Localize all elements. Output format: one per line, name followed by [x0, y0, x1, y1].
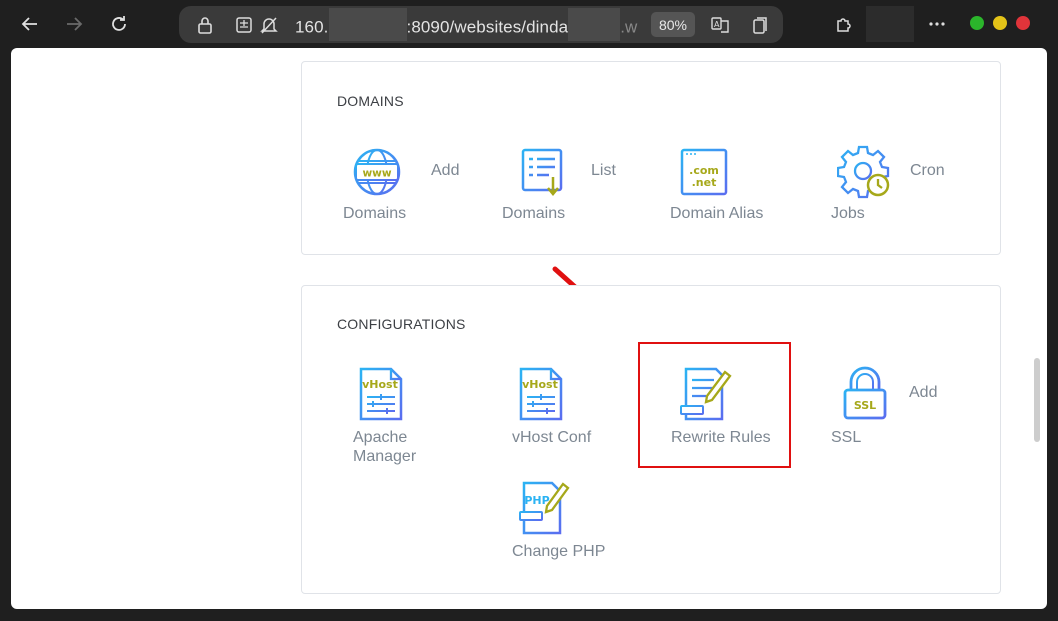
web-page: DOMAINS www Domains Add Domains List .co… — [11, 48, 1047, 609]
svg-text:vHost: vHost — [522, 378, 558, 391]
url-redaction — [328, 8, 407, 41]
list-domains-label: Domains — [502, 205, 566, 222]
list-domains-side-label: List — [591, 162, 616, 179]
svg-text:PHP: PHP — [524, 494, 549, 507]
add-domains-item[interactable]: www Domains Add — [343, 147, 502, 247]
add-ssl-label: SSL — [831, 429, 862, 446]
notifications-blocked-icon — [260, 17, 278, 34]
change-php-item[interactable]: PHP Change PHP — [512, 480, 669, 580]
gear-clock-icon — [837, 145, 890, 199]
add-ssl-item[interactable]: SSL SSL Add — [831, 366, 992, 466]
url-end: .w — [620, 17, 638, 37]
back-arrow-icon — [21, 17, 37, 31]
url-middle: :8090/websites/dinda — [406, 17, 569, 37]
minimize-window-icon[interactable] — [970, 16, 984, 30]
profile-avatar[interactable] — [866, 6, 914, 42]
cron-jobs-side-label: Cron — [910, 162, 945, 179]
php-pencil-icon: PHP — [519, 481, 570, 535]
reload-icon — [112, 16, 126, 31]
reading-list-icon[interactable] — [749, 15, 769, 35]
domains-card: DOMAINS www Domains Add Domains List .co… — [301, 61, 1001, 255]
url-start: 160. — [295, 17, 329, 37]
vhost-file-icon: vHost — [359, 367, 403, 421]
list-download-icon — [521, 148, 563, 196]
add-domains-label: Domains — [343, 205, 407, 222]
ssl-lock-icon: SSL — [843, 366, 887, 420]
translate-icon[interactable]: A — [710, 15, 730, 35]
svg-text:vHost: vHost — [362, 378, 398, 391]
page-info-icon — [236, 17, 252, 33]
menu-button[interactable] — [922, 9, 952, 39]
vhost-file-icon: vHost — [519, 367, 563, 421]
more-dots-icon — [929, 22, 945, 26]
annotation-highlight-box — [638, 342, 791, 468]
zoom-indicator[interactable]: 80% — [651, 12, 695, 37]
svg-text:www: www — [362, 168, 391, 180]
forward-arrow-icon — [67, 17, 83, 31]
cron-jobs-label: Jobs — [831, 205, 865, 222]
change-php-label: Change PHP — [512, 543, 606, 560]
add-ssl-side-label: Add — [909, 384, 938, 401]
close-window-icon[interactable] — [1016, 16, 1030, 30]
forward-button[interactable] — [59, 9, 89, 39]
domain-alias-item[interactable]: .com .net Domain Alias — [670, 147, 829, 247]
svg-text:.net: .net — [692, 176, 717, 189]
domain-alias-label: Domain Alias — [670, 205, 764, 222]
extensions-button[interactable] — [829, 9, 859, 39]
svg-text:SSL: SSL — [854, 399, 876, 412]
apache-manager-item[interactable]: vHost Apache Manager — [353, 366, 507, 466]
cron-jobs-item[interactable]: Jobs Cron — [831, 145, 987, 245]
configurations-title: CONFIGURATIONS — [337, 316, 466, 332]
puzzle-icon — [837, 18, 851, 32]
apache-manager-label-line2: Manager — [353, 448, 417, 465]
browser-toolbar: 160. :8090/websites/dinda .w 80% A — [0, 0, 1058, 48]
apache-manager-label-line1: Apache — [353, 429, 408, 446]
add-domains-side-label: Add — [431, 162, 460, 179]
back-button[interactable] — [15, 9, 45, 39]
com-net-icon: .com .net — [680, 148, 728, 196]
url-text: 160. :8090/websites/dinda .w — [295, 8, 638, 41]
url-redaction-2 — [568, 8, 621, 41]
page-scrollbar[interactable] — [1034, 358, 1040, 442]
vhost-conf-label: vHost Conf — [512, 429, 592, 446]
list-domains-item[interactable]: Domains List — [502, 147, 667, 247]
maximize-window-icon[interactable] — [993, 16, 1007, 30]
www-globe-icon: www — [353, 148, 401, 196]
reload-button[interactable] — [104, 9, 134, 39]
lock-icon — [198, 17, 212, 34]
domains-title: DOMAINS — [337, 93, 404, 109]
svg-text:A: A — [714, 20, 720, 29]
address-bar[interactable]: 160. :8090/websites/dinda .w 80% A — [179, 6, 783, 43]
